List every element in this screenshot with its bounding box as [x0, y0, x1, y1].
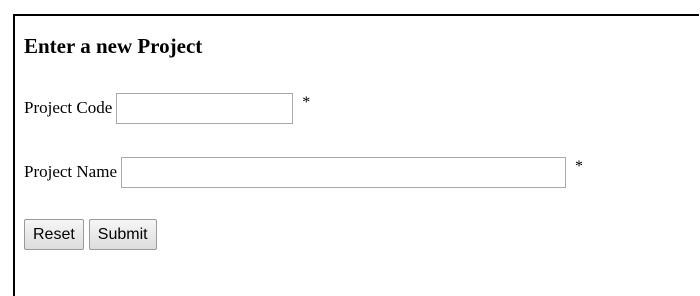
project-code-input[interactable] [116, 92, 294, 124]
submit-button[interactable]: Submit [88, 219, 157, 250]
form-buttons: Reset Submit [24, 219, 157, 250]
project-code-label: Project Code [24, 98, 113, 117]
project-name-label: Project Name [24, 162, 117, 181]
project-name-input[interactable] [121, 156, 566, 188]
form-title: Enter a new Project [24, 34, 203, 58]
project-code-row: Project Code * [24, 92, 310, 124]
project-name-required-marker: * [575, 158, 583, 175]
project-name-row: Project Name * [24, 156, 583, 188]
reset-button[interactable]: Reset [24, 219, 84, 250]
project-code-required-marker: * [302, 94, 311, 111]
